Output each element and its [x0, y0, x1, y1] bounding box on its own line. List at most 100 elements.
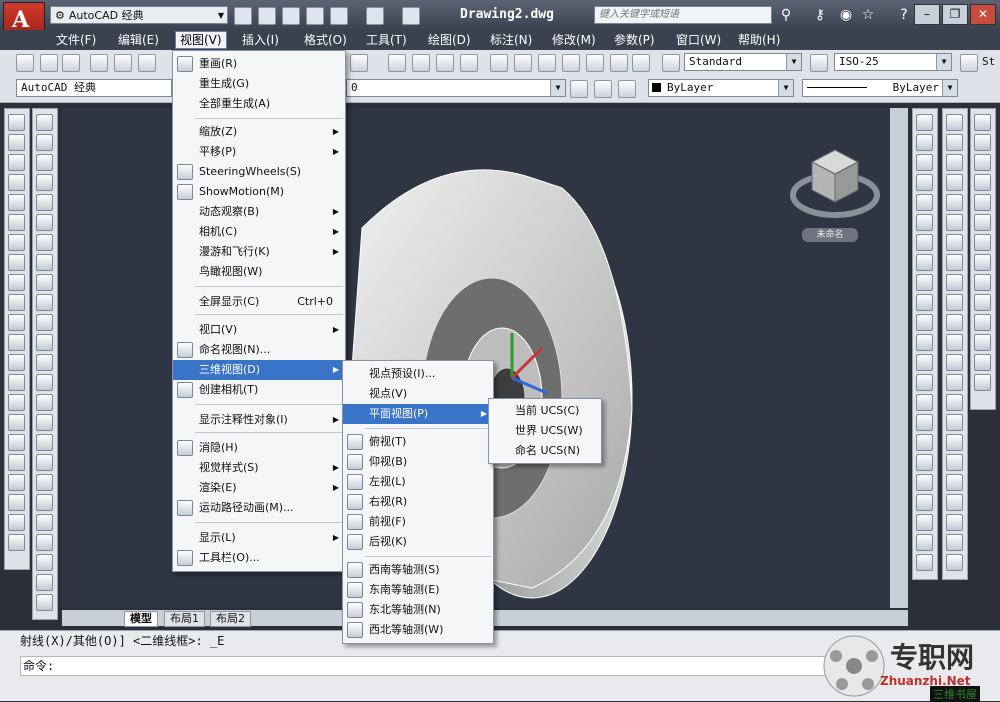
- menu-dimension[interactable]: 标注(N): [486, 32, 536, 48]
- fillet-tool-icon[interactable]: [36, 414, 53, 431]
- explode-tool-icon[interactable]: [36, 434, 53, 451]
- menu-edit[interactable]: 编辑(E): [114, 32, 163, 48]
- chamfer-tool-icon[interactable]: [36, 394, 53, 411]
- view3d-menu-item-12[interactable]: 西北等轴测(W): [343, 620, 493, 640]
- scale-tool-icon[interactable]: [916, 554, 933, 571]
- mirror-tool-icon[interactable]: [974, 314, 991, 331]
- view-menu-item-4[interactable]: 平移(P) ▶: [173, 142, 345, 162]
- spline-tool-icon[interactable]: [8, 334, 25, 351]
- mtext-tool-icon[interactable]: [916, 394, 933, 411]
- tool-palettes-icon[interactable]: [538, 54, 556, 72]
- trim-tool-icon[interactable]: [36, 314, 53, 331]
- break-tool-icon[interactable]: [36, 354, 53, 371]
- revcloud-tool-icon[interactable]: [946, 534, 963, 551]
- view-menu-item-0[interactable]: 重画(R): [173, 54, 345, 74]
- polygon-tool-icon[interactable]: [8, 454, 25, 471]
- block-tool-icon[interactable]: [946, 454, 963, 471]
- view-menu-item-14[interactable]: 三维视图(D) ▶: [173, 360, 345, 380]
- xline-tool-icon[interactable]: [8, 474, 25, 491]
- move-tool-icon[interactable]: [916, 514, 933, 531]
- help-icon[interactable]: ?: [896, 7, 912, 23]
- insert-tool-icon[interactable]: [946, 434, 963, 451]
- line-tool-icon[interactable]: [946, 274, 963, 291]
- tab-model[interactable]: 模型: [124, 611, 158, 627]
- ellipse-tool-icon[interactable]: [916, 194, 933, 211]
- copy-tool-icon[interactable]: [916, 434, 933, 451]
- move-tool-icon[interactable]: [974, 374, 991, 391]
- plot-icon[interactable]: [90, 54, 108, 72]
- new-icon[interactable]: [16, 54, 34, 72]
- zoom-window-icon[interactable]: [436, 54, 454, 72]
- extend-tool-icon[interactable]: [946, 154, 963, 171]
- view-menu-item-17[interactable]: 消隐(H): [173, 438, 345, 458]
- polyline-tool-icon[interactable]: [8, 134, 25, 151]
- donut-tool-icon[interactable]: [916, 334, 933, 351]
- view3d-menu-item-6[interactable]: 右视(R): [343, 492, 493, 512]
- gradient-tool-icon[interactable]: [974, 114, 991, 131]
- table-tool-icon[interactable]: [946, 554, 963, 571]
- table-tool-icon[interactable]: [916, 234, 933, 251]
- line-tool-icon[interactable]: [36, 454, 53, 471]
- view-menu-item-19[interactable]: 渲染(E) ▶: [173, 478, 345, 498]
- block-tool-icon[interactable]: [916, 134, 933, 151]
- undo-icon[interactable]: [330, 7, 348, 25]
- view3d-menu-item-1[interactable]: 视点(V): [343, 384, 493, 404]
- gradient-tool-icon[interactable]: [916, 254, 933, 271]
- vertical-scrollbar[interactable]: [890, 108, 908, 608]
- multiline-tool-icon[interactable]: [974, 134, 991, 151]
- mtext-tool-icon[interactable]: [974, 254, 991, 271]
- revcloud-tool-icon[interactable]: [916, 214, 933, 231]
- offset-tool-icon[interactable]: [36, 194, 53, 211]
- erase-tool-icon[interactable]: [974, 274, 991, 291]
- erase-tool-icon[interactable]: [916, 414, 933, 431]
- viewcube-ucs-menu[interactable]: 未命名: [802, 228, 858, 242]
- erase-tool-icon[interactable]: [36, 134, 53, 151]
- redo-icon[interactable]: [366, 7, 384, 25]
- hatch-tool-icon[interactable]: [8, 214, 25, 231]
- menu-window[interactable]: 窗口(W): [672, 32, 725, 48]
- search-input[interactable]: 键入关键字或短语: [594, 6, 772, 24]
- plan-menu-item-0[interactable]: 当前 UCS(C): [489, 401, 601, 421]
- view-menu-item-18[interactable]: 视觉样式(S) ▶: [173, 458, 345, 478]
- view3d-menu-item-8[interactable]: 后视(K): [343, 532, 493, 552]
- boundary-tool-icon[interactable]: [916, 354, 933, 371]
- wipeout-tool-icon[interactable]: [916, 374, 933, 391]
- ellipse-tool-icon[interactable]: [8, 354, 25, 371]
- view3d-menu-item-10[interactable]: 东南等轴测(E): [343, 580, 493, 600]
- scale-tool-icon[interactable]: [36, 274, 53, 291]
- spline-tool-icon[interactable]: [916, 174, 933, 191]
- block-tool-icon[interactable]: [8, 294, 25, 311]
- copy-tool-icon[interactable]: [36, 154, 53, 171]
- arc-tool-icon[interactable]: [946, 314, 963, 331]
- zoom-realtime-icon[interactable]: [412, 54, 430, 72]
- text-style-icon[interactable]: [662, 54, 680, 72]
- xline-tool-icon[interactable]: [916, 314, 933, 331]
- save-as-icon[interactable]: [306, 7, 324, 25]
- view3d-menu-item-7[interactable]: 前视(F): [343, 512, 493, 532]
- open-icon[interactable]: [40, 54, 58, 72]
- polyline-tool-icon[interactable]: [36, 474, 53, 491]
- view-menu-item-13[interactable]: 命名视图(N)...: [173, 340, 345, 360]
- plan-menu-item-1[interactable]: 世界 UCS(W): [489, 421, 601, 441]
- quickcalc-icon[interactable]: [610, 54, 628, 72]
- info-center-icon[interactable]: ◉: [838, 7, 854, 23]
- view3d-menu-item-2[interactable]: 平面视图(P) ▶: [343, 404, 493, 424]
- menu-tools[interactable]: 工具(T): [362, 32, 411, 48]
- circle-tool-icon[interactable]: [36, 514, 53, 531]
- text-tool-icon[interactable]: [946, 414, 963, 431]
- boundary-tool-icon[interactable]: [8, 514, 25, 531]
- mtext-tool-icon[interactable]: [36, 114, 53, 131]
- color-combo[interactable]: ByLayer ▼: [648, 79, 794, 97]
- properties-icon[interactable]: [490, 54, 508, 72]
- plot-icon[interactable]: [402, 7, 420, 25]
- pan-icon[interactable]: [388, 54, 406, 72]
- key-icon[interactable]: ⚷: [812, 7, 828, 23]
- plot-preview-icon[interactable]: [114, 54, 132, 72]
- view3d-menu-item-4[interactable]: 仰视(B): [343, 452, 493, 472]
- view-menu-item-16[interactable]: 显示注释性对象(I) ▶: [173, 410, 345, 430]
- arc-tool-icon[interactable]: [8, 154, 25, 171]
- wipeout-tool-icon[interactable]: [8, 534, 25, 551]
- view-menu-item-9[interactable]: 漫游和飞行(K) ▶: [173, 242, 345, 262]
- minimize-button[interactable]: –: [914, 4, 940, 25]
- zoom-previous-icon[interactable]: [460, 54, 478, 72]
